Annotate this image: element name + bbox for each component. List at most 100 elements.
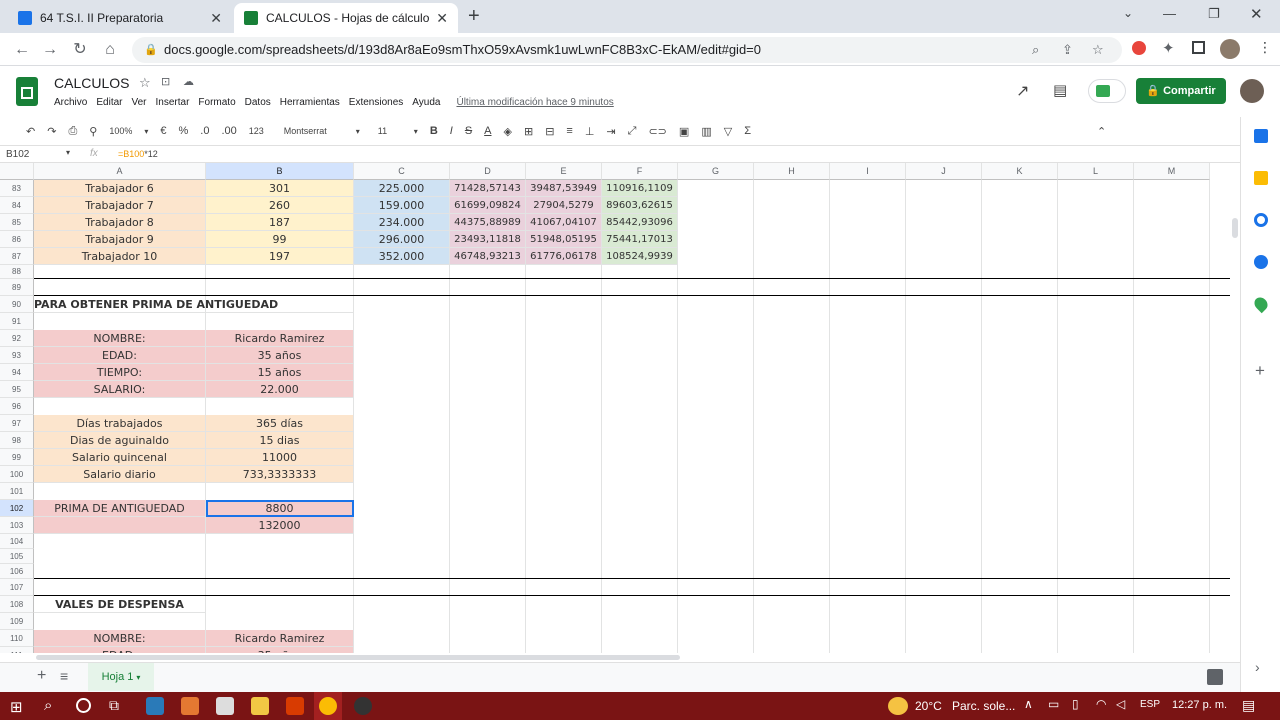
maps-icon[interactable] [1251, 294, 1271, 314]
forward-icon[interactable]: → [40, 40, 60, 60]
menu-insertar[interactable]: Insertar [156, 97, 190, 108]
name-box[interactable]: B102 [6, 149, 29, 160]
currency-button[interactable]: € [160, 125, 166, 137]
edge-icon[interactable] [146, 697, 164, 715]
horizontal-scrollbar[interactable] [34, 653, 1230, 662]
calendar-icon[interactable] [1254, 129, 1268, 143]
add-sheet-icon[interactable]: + [37, 667, 46, 685]
borders-icon[interactable]: ⊞ [524, 125, 533, 138]
cell-A97[interactable]: Días trabajados [34, 415, 206, 432]
link-icon[interactable]: ⊂⊃ [648, 125, 666, 138]
battery-icon[interactable]: ▯ [1072, 697, 1079, 711]
cell-B92[interactable]: Ricardo Ramirez [206, 330, 354, 347]
chevron-down-icon[interactable]: ▾ [144, 127, 148, 136]
row-header[interactable]: 89 [0, 279, 34, 296]
task-view-icon[interactable]: ⧉ [109, 697, 119, 714]
cell-A102[interactable]: PRIMA DE ANTIGUEDAD [34, 500, 206, 517]
cell-B84[interactable]: 260 [206, 197, 354, 214]
cell-B110[interactable]: Ricardo Ramirez [206, 630, 354, 647]
row-header[interactable]: 102 [0, 500, 34, 517]
comment-icon[interactable]: ▤ [1053, 81, 1067, 99]
account-avatar[interactable] [1240, 79, 1264, 103]
cell-A94[interactable]: TIEMPO: [34, 364, 206, 381]
font-select[interactable]: Montserrat [284, 126, 344, 136]
add-addon-icon[interactable]: + [1255, 361, 1265, 381]
decimal-less-button[interactable]: .0 [200, 125, 209, 137]
cell-D86[interactable]: 23493,11818 [450, 231, 526, 248]
cell-E84[interactable]: 27904,5279 [526, 197, 602, 214]
doc-title[interactable]: CALCULOS [54, 75, 129, 91]
row-header[interactable]: 91 [0, 313, 34, 330]
chrome-taskbar-button[interactable] [314, 692, 342, 720]
column-header[interactable]: D [450, 163, 526, 180]
section-title-prima[interactable]: PARA OBTENER PRIMA DE ANTIGUEDAD [34, 296, 354, 313]
menu-extensiones[interactable]: Extensiones [349, 97, 403, 108]
print-icon[interactable]: ⎙ [68, 125, 77, 138]
cell-A99[interactable]: Salario quincenal [34, 449, 206, 466]
menu-ver[interactable]: Ver [131, 97, 146, 108]
bookmark-star-icon[interactable]: ☆ [1092, 37, 1104, 63]
cell-B95[interactable]: 22.000 [206, 381, 354, 398]
all-sheets-icon[interactable]: ≡ [60, 668, 68, 684]
merge-icon[interactable]: ⊟ [545, 125, 554, 138]
cell-C86[interactable]: 296.000 [354, 231, 450, 248]
explore-icon[interactable] [1207, 669, 1223, 685]
cell-C87[interactable]: 352.000 [354, 248, 450, 265]
menu-formato[interactable]: Formato [198, 97, 235, 108]
row-header[interactable]: 99 [0, 449, 34, 466]
home-icon[interactable]: ⌂ [100, 40, 120, 60]
network-drive-icon[interactable]: ▭ [1048, 697, 1059, 711]
functions-icon[interactable]: Σ [744, 125, 751, 137]
row-header[interactable]: 96 [0, 398, 34, 415]
rotate-icon[interactable]: ⤢ [628, 125, 637, 138]
row-header[interactable]: 106 [0, 564, 34, 579]
row-header[interactable]: 97 [0, 415, 34, 432]
wrap-icon[interactable]: ⇥ [606, 125, 615, 138]
weather-icon[interactable] [888, 697, 908, 715]
valign-icon[interactable]: ⊥ [585, 125, 595, 138]
cell-E86[interactable]: 51948,05195 [526, 231, 602, 248]
redo-icon[interactable]: ↷ [47, 125, 56, 138]
row-header[interactable]: 108 [0, 596, 34, 613]
tray-chevron-icon[interactable]: ∧ [1024, 697, 1033, 711]
selected-cell-B102[interactable]: 8800 [206, 500, 354, 517]
cell-B93[interactable]: 35 años [206, 347, 354, 364]
row-header[interactable]: 104 [0, 534, 34, 549]
cell-D84[interactable]: 61699,09824 [450, 197, 526, 214]
strikethrough-icon[interactable]: S [465, 125, 472, 137]
cell-A84[interactable]: Trabajador 7 [34, 197, 206, 214]
section-title-vales[interactable]: VALES DE DESPENSA [34, 596, 206, 613]
sidebar-icon[interactable] [1192, 41, 1205, 54]
cell-D85[interactable]: 44375,88989 [450, 214, 526, 231]
fill-color-icon[interactable]: ◈ [504, 125, 512, 138]
font-size-select[interactable]: 11 [378, 126, 402, 136]
restore-icon[interactable]: ❐ [1208, 6, 1220, 22]
cell-B85[interactable]: 187 [206, 214, 354, 231]
column-header[interactable]: H [754, 163, 830, 180]
column-header[interactable]: M [1134, 163, 1210, 180]
cell-B86[interactable]: 99 [206, 231, 354, 248]
meet-button[interactable] [1088, 79, 1126, 103]
cell-B103[interactable]: 132000 [206, 517, 354, 534]
column-header[interactable]: F [602, 163, 678, 180]
notifications-icon[interactable]: ▤ [1242, 697, 1255, 714]
keep-icon[interactable] [1254, 171, 1268, 185]
move-icon[interactable]: ⊡ [161, 75, 170, 88]
cell-B87[interactable]: 197 [206, 248, 354, 265]
cell-A85[interactable]: Trabajador 8 [34, 214, 206, 231]
percent-button[interactable]: % [178, 125, 188, 137]
row-header[interactable]: 85 [0, 214, 34, 231]
row-header[interactable]: 109 [0, 613, 34, 630]
window-close-icon[interactable]: ✕ [1250, 5, 1263, 23]
obs-icon[interactable] [354, 697, 372, 715]
cell-C84[interactable]: 159.000 [354, 197, 450, 214]
chevron-down-icon[interactable]: ▾ [66, 148, 70, 157]
cell-F85[interactable]: 85442,93096 [602, 214, 678, 231]
language-text[interactable]: ESP [1140, 699, 1160, 710]
cell-A92[interactable]: NOMBRE: [34, 330, 206, 347]
url-input[interactable]: 🔒 docs.google.com/spreadsheets/d/193d8Ar… [132, 37, 1122, 63]
sheet-tab[interactable]: Hoja 1 ▾ [88, 663, 154, 691]
row-header[interactable]: 84 [0, 197, 34, 214]
cell-F86[interactable]: 75441,17013 [602, 231, 678, 248]
vertical-scrollbar[interactable] [1230, 163, 1240, 653]
